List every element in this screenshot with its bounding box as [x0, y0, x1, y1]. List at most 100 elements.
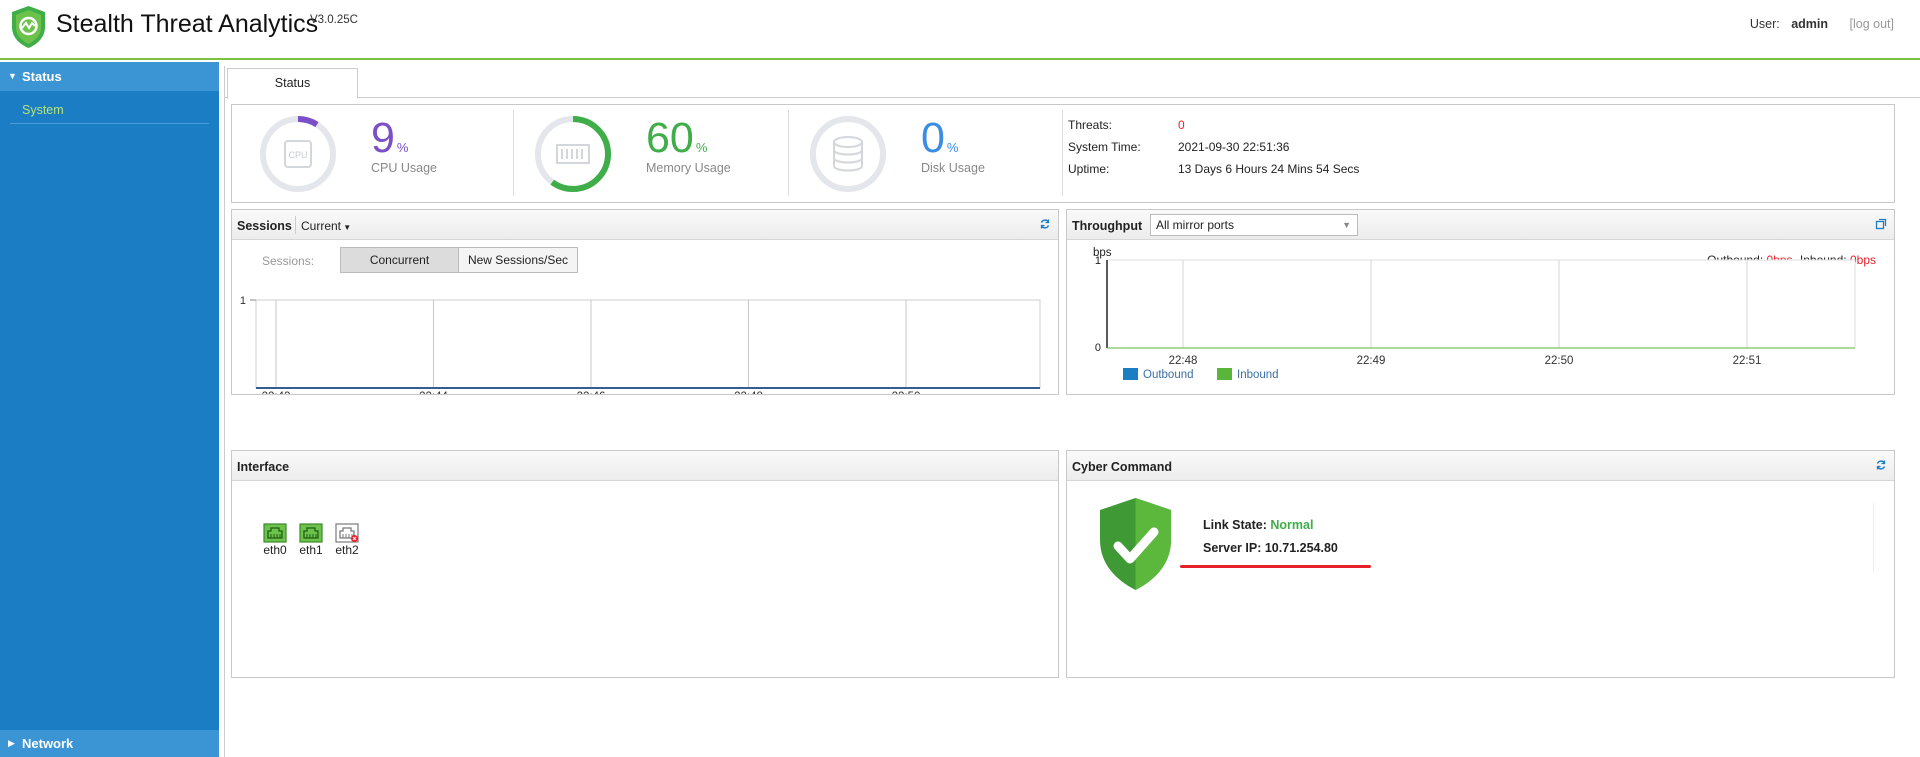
disk-value-number: 0: [921, 114, 945, 162]
main-content: Status CPU 9% CPU Usage 60% Memory Usage: [224, 66, 1920, 757]
sessions-mode-label: Sessions:: [262, 254, 315, 268]
interface-panel-header: Interface: [232, 451, 1058, 481]
sessions-title: Sessions: [237, 219, 292, 233]
memory-value-number: 60: [646, 114, 694, 162]
divider: [1062, 110, 1063, 196]
interface-eth0[interactable]: eth0: [260, 523, 290, 557]
legend-label-outbound: Outbound: [1143, 369, 1194, 381]
caret-down-icon: ▼: [341, 223, 352, 232]
logout-link[interactable]: [log out]: [1850, 17, 1894, 31]
sidebar-section-status[interactable]: ▼ Status: [0, 62, 219, 91]
refresh-icon[interactable]: [1875, 459, 1887, 471]
disk-gauge: [810, 116, 886, 192]
caret-right-icon: ▶: [8, 738, 15, 748]
x-tick-label: 22:49: [1357, 355, 1386, 367]
cyber-command-panel-header: Cyber Command: [1067, 451, 1894, 481]
shield-logo-icon: [12, 6, 45, 48]
interface-eth2[interactable]: eth2: [332, 523, 362, 557]
status-overview-panel: CPU 9% CPU Usage 60% Memory Usage 0% Dis…: [231, 104, 1895, 203]
cpu-gauge: CPU: [260, 116, 336, 192]
system-time-row: System Time: 2021-09-30 22:51:36: [1068, 140, 1289, 154]
red-underline-annotation: [1180, 565, 1371, 568]
network-port-icon: [335, 523, 359, 543]
network-port-icon: [263, 523, 287, 543]
link-state-row: Link State: Normal: [1203, 518, 1313, 532]
memory-label: Memory Usage: [646, 161, 731, 175]
tab-bar: Status: [225, 66, 1920, 99]
shield-check-icon: [1100, 498, 1171, 590]
cpu-value-number: 9: [371, 114, 395, 162]
divider: [788, 110, 789, 196]
server-ip-row: Server IP: 10.71.254.80: [1203, 541, 1338, 555]
app-title: Stealth Threat Analytics: [56, 10, 319, 38]
uptime-value: 13 Days 6 Hours 24 Mins 54 Secs: [1178, 162, 1360, 176]
x-tick-label: 22:44: [419, 391, 448, 394]
interface-name: eth0: [263, 543, 287, 557]
interface-name: eth2: [335, 543, 359, 557]
link-state-value: Normal: [1270, 518, 1314, 532]
memory-unit: %: [695, 140, 708, 155]
throughput-chart: bps1022:48 22:49 22:50 22:51Outbound Inbound: [1093, 247, 1856, 381]
x-tick-label: 22:48: [1169, 355, 1198, 367]
refresh-icon[interactable]: [1039, 218, 1051, 230]
chevron-down-icon: ▼: [1342, 220, 1351, 230]
new-sessions-button[interactable]: New Sessions/Sec: [458, 247, 578, 273]
sessions-panel: Sessions Current ▼ Sessions: Concurrent …: [231, 209, 1059, 395]
threats-row: Threats: 0: [1068, 118, 1185, 132]
user-area: User: admin [log out]: [1750, 17, 1894, 31]
app-version: V3.0.25C: [310, 14, 358, 26]
y-tick-label: 0: [1095, 342, 1101, 354]
tab-status[interactable]: Status: [227, 68, 358, 99]
sidebar-section-network[interactable]: ▶ Network: [0, 730, 219, 757]
cpu-value: 9%: [371, 114, 408, 163]
caret-down-icon: ▼: [8, 71, 17, 81]
cyber-command-title: Cyber Command: [1072, 460, 1173, 474]
interface-panel: Interface eth0 eth1 eth2: [231, 450, 1059, 678]
interface-eth1[interactable]: eth1: [296, 523, 326, 557]
svg-text:CPU: CPU: [288, 150, 307, 160]
disk-unit: %: [946, 140, 959, 155]
sessions-chart: 1 22:42 22:44 22:46 22:48 22:50: [240, 295, 1041, 394]
disk-value: 0%: [921, 114, 958, 163]
throughput-title: Throughput: [1072, 219, 1143, 233]
threats-value: 0: [1178, 118, 1185, 132]
x-tick-label: 22:46: [577, 391, 606, 394]
interface-title: Interface: [237, 460, 290, 474]
sidebar-item-system[interactable]: System: [10, 96, 209, 124]
concurrent-button[interactable]: Concurrent: [340, 247, 459, 273]
sidebar-section-label: Status: [22, 69, 62, 84]
link-state-label: Link State:: [1203, 518, 1267, 532]
legend-swatch-outbound: [1123, 368, 1138, 380]
x-tick-label: 22:50: [1545, 355, 1574, 367]
threats-label: Threats:: [1068, 118, 1113, 132]
network-port-icon: [299, 523, 323, 543]
divider: [513, 110, 514, 196]
sessions-range-dropdown[interactable]: Current ▼: [301, 219, 351, 233]
maximize-icon[interactable]: [1875, 218, 1887, 230]
mirror-port-value: All mirror ports: [1156, 218, 1235, 232]
cyber-command-panel: Cyber Command Link State: Normal Server …: [1066, 450, 1895, 678]
x-tick-label: 22:42: [262, 391, 291, 394]
sidebar-section-label: Network: [22, 736, 74, 751]
uptime-label: Uptime:: [1068, 162, 1110, 176]
cpu-label: CPU Usage: [371, 161, 437, 175]
uptime-row: Uptime: 13 Days 6 Hours 24 Mins 54 Secs: [1068, 162, 1359, 176]
user-name: admin: [1791, 17, 1829, 31]
throughput-panel-header: Throughput All mirror ports ▼: [1067, 210, 1894, 240]
cpu-unit: %: [396, 140, 409, 155]
app-header: Stealth Threat Analytics V3.0.25C User: …: [0, 0, 1920, 60]
y-tick-label: 1: [240, 295, 246, 307]
y-tick-label: 1: [1095, 255, 1101, 267]
divider: [295, 216, 296, 234]
x-tick-label: 22:51: [1733, 355, 1762, 367]
legend-swatch-inbound: [1217, 368, 1232, 380]
x-tick-label: 22:50: [892, 391, 921, 394]
sessions-panel-header: Sessions Current ▼: [232, 210, 1058, 240]
memory-gauge: [535, 116, 611, 192]
user-label: User:: [1749, 17, 1780, 31]
sessions-range-value: Current: [301, 219, 342, 233]
mirror-port-select[interactable]: All mirror ports ▼: [1150, 214, 1358, 236]
interface-name: eth1: [299, 543, 323, 557]
disk-label: Disk Usage: [921, 161, 985, 175]
plot-area: [1106, 259, 1856, 349]
